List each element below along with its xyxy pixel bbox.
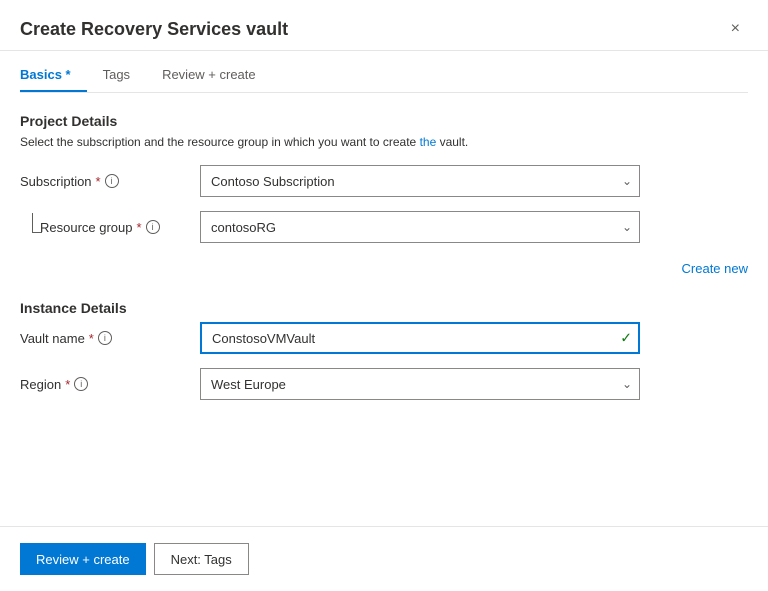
project-details-title: Project Details — [20, 113, 748, 129]
region-control: West Europe ⌄ — [200, 368, 640, 400]
vault-name-label: Vault name * i — [20, 331, 200, 346]
project-details-description: Select the subscription and the resource… — [20, 135, 748, 149]
dialog-content: Basics * Tags Review + create Project De… — [0, 51, 768, 526]
vault-name-input[interactable] — [200, 322, 640, 354]
indent-decoration — [32, 213, 42, 233]
create-new-link[interactable]: Create new — [308, 261, 748, 276]
project-details-section: Project Details Select the subscription … — [20, 113, 748, 276]
subscription-select-wrapper: Contoso Subscription ⌄ — [200, 165, 640, 197]
vault-name-info-icon[interactable]: i — [98, 331, 112, 345]
dialog-title: Create Recovery Services vault — [20, 19, 288, 40]
region-required: * — [65, 377, 70, 392]
tab-bar: Basics * Tags Review + create — [20, 51, 748, 93]
resource-group-indent: Resource group * i — [20, 220, 200, 235]
region-info-icon[interactable]: i — [74, 377, 88, 391]
vault-name-required: * — [89, 331, 94, 346]
resource-group-control: contosoRG ⌄ — [200, 211, 640, 243]
region-row: Region * i West Europe ⌄ — [20, 368, 748, 400]
resource-group-label: Resource group * i — [20, 220, 200, 235]
tab-review-create[interactable]: Review + create — [162, 59, 272, 92]
resource-group-select[interactable]: contosoRG — [200, 211, 640, 243]
subscription-required: * — [96, 174, 101, 189]
dialog-footer: Review + create Next: Tags — [0, 526, 768, 591]
next-tags-button[interactable]: Next: Tags — [154, 543, 249, 575]
region-label: Region * i — [20, 377, 200, 392]
tab-basics[interactable]: Basics * — [20, 59, 87, 92]
vault-name-input-wrapper: ✓ — [200, 322, 640, 354]
region-select-wrapper: West Europe ⌄ — [200, 368, 640, 400]
resource-group-required: * — [137, 220, 142, 235]
instance-details-title: Instance Details — [20, 300, 748, 316]
resource-group-row: Resource group * i contosoRG ⌄ — [20, 211, 748, 243]
dialog-header: Create Recovery Services vault × — [0, 0, 768, 51]
vault-name-row: Vault name * i ✓ — [20, 322, 748, 354]
vault-name-control: ✓ — [200, 322, 640, 354]
vault-name-check-icon: ✓ — [620, 330, 632, 347]
resource-group-info-icon[interactable]: i — [146, 220, 160, 234]
close-button[interactable]: × — [723, 16, 748, 42]
resource-group-select-wrapper: contosoRG ⌄ — [200, 211, 640, 243]
review-create-button[interactable]: Review + create — [20, 543, 146, 575]
subscription-select[interactable]: Contoso Subscription — [200, 165, 640, 197]
instance-details-section: Instance Details Vault name * i ✓ — [20, 300, 748, 400]
tab-tags[interactable]: Tags — [103, 59, 146, 92]
subscription-control: Contoso Subscription ⌄ — [200, 165, 640, 197]
create-recovery-vault-dialog: Create Recovery Services vault × Basics … — [0, 0, 768, 591]
region-select[interactable]: West Europe — [200, 368, 640, 400]
create-new-row: Create new — [20, 257, 748, 276]
subscription-info-icon[interactable]: i — [105, 174, 119, 188]
subscription-label: Subscription * i — [20, 174, 200, 189]
subscription-row: Subscription * i Contoso Subscription ⌄ — [20, 165, 748, 197]
